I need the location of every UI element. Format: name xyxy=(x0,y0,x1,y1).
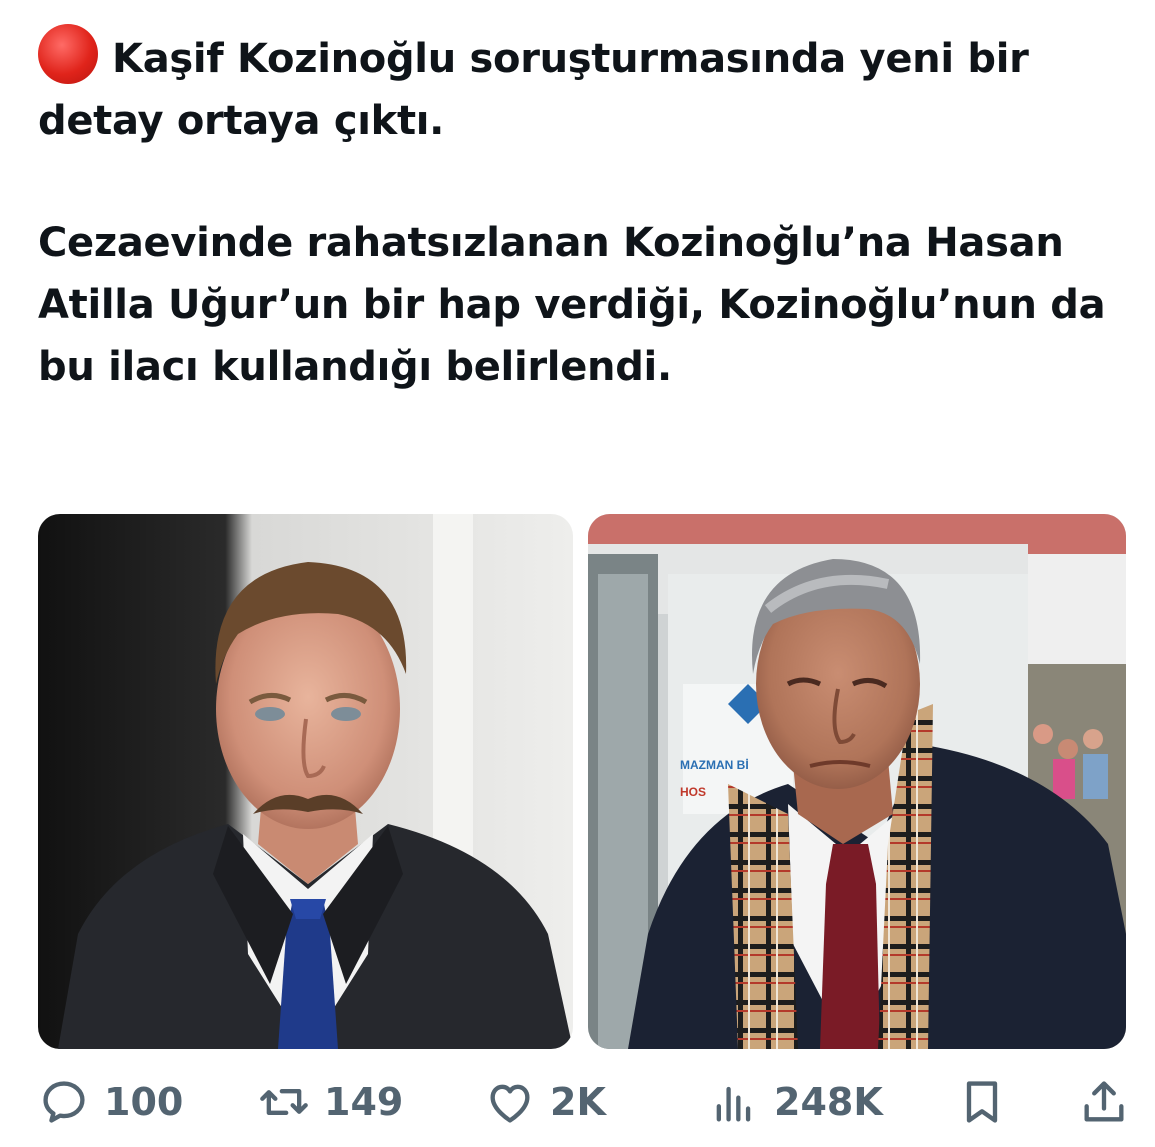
sign-text-1: MAZMAN Bİ xyxy=(680,757,749,772)
media-photo-1[interactable] xyxy=(38,514,573,1049)
bookmark-icon xyxy=(966,1081,998,1123)
retweet-button[interactable]: 149 xyxy=(258,1072,403,1132)
sign-text-2: HOS xyxy=(680,785,706,799)
views-icon xyxy=(716,1086,751,1122)
portrait-photo-2: MAZMAN Bİ HOS xyxy=(588,514,1126,1049)
portrait-photo-1 xyxy=(38,514,573,1049)
bookmark-button[interactable] xyxy=(956,1072,1008,1132)
reply-count: 100 xyxy=(104,1080,184,1124)
heart-icon xyxy=(490,1084,530,1123)
tweet-action-bar: 100 149 2K 248K xyxy=(38,1072,1128,1132)
share-button[interactable] xyxy=(1078,1072,1130,1132)
tweet-paragraph-1: Kaşif Kozinoğlu soruşturmasında yeni bir… xyxy=(38,24,1128,152)
red-circle-icon xyxy=(38,24,98,84)
retweet-icon xyxy=(260,1089,308,1115)
like-count: 2K xyxy=(550,1080,606,1124)
views-count: 248K xyxy=(774,1080,883,1124)
views-button[interactable]: 248K xyxy=(708,1072,883,1132)
share-icon xyxy=(1084,1081,1124,1122)
media-photo-2[interactable]: MAZMAN Bİ HOS xyxy=(588,514,1126,1049)
reply-button[interactable]: 100 xyxy=(38,1072,183,1132)
tweet-line-1: Kaşif Kozinoğlu soruşturmasında yeni bir… xyxy=(38,36,1029,144)
tweet-text: Kaşif Kozinoğlu soruşturmasında yeni bir… xyxy=(38,24,1128,398)
retweet-count: 149 xyxy=(324,1080,404,1124)
reply-icon xyxy=(43,1081,85,1123)
tweet-paragraph-2: Cezaevinde rahatsızlanan Kozinoğlu’na Ha… xyxy=(38,220,1106,390)
like-button[interactable]: 2K xyxy=(484,1072,606,1132)
